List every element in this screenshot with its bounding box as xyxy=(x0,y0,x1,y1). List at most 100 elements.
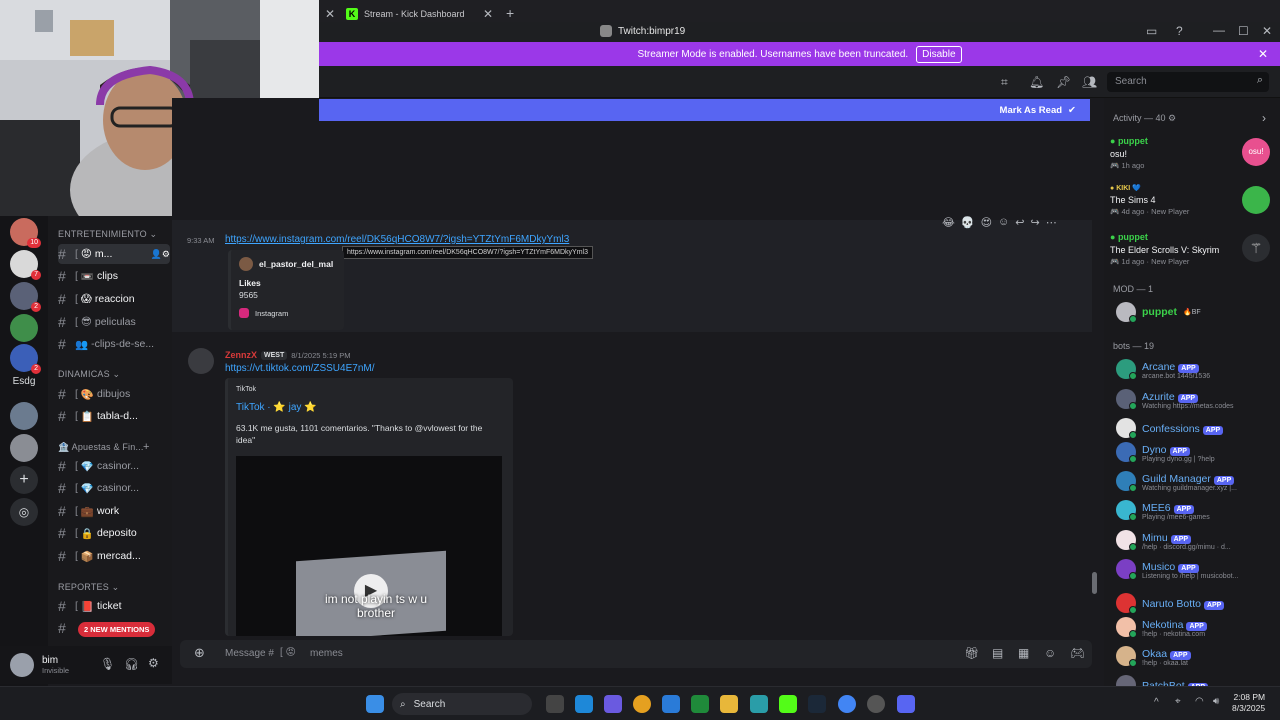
xbox-icon[interactable] xyxy=(691,695,709,713)
server-text-icon[interactable]: Esdg xyxy=(0,376,48,387)
sticker-icon[interactable]: ▦ xyxy=(1018,646,1029,660)
bot-member-item[interactable]: Azurite APP Watching https://metas.codes xyxy=(1116,386,1234,412)
bot-member-item[interactable]: MEE6 APP Playing /meе6-games xyxy=(1116,497,1210,523)
category-entretenimiento[interactable]: ENTRETENIMIENTO ⌄+ xyxy=(58,228,253,240)
server-icon[interactable]: 7 xyxy=(10,250,41,280)
category-dinamicas[interactable]: DINAMICAS ⌄+ xyxy=(58,368,216,380)
invite-icon[interactable]: 👤⚙ xyxy=(151,249,170,260)
bot-member-item[interactable]: Mimu APP/help · discord.gg/mimu · d... xyxy=(1116,527,1231,553)
mark-as-read-bar[interactable]: Mark As Read ✔ xyxy=(319,99,1090,121)
server-icon[interactable]: 10 xyxy=(10,218,41,248)
bot-member-item[interactable]: Naruto Botto APP xyxy=(1116,590,1225,616)
minimize-icon[interactable]: — xyxy=(1213,23,1225,37)
volume-icon[interactable]: 🔊︎ xyxy=(1213,696,1219,707)
message-author[interactable]: ZennzX xyxy=(225,350,257,360)
wifi-icon[interactable]: ◠ xyxy=(1195,696,1204,707)
mic-icon[interactable]: 🎙︎ xyxy=(100,657,115,671)
maximize-icon[interactable]: ☐ xyxy=(1238,24,1249,38)
chrome-icon[interactable] xyxy=(838,695,856,713)
chrome-icon[interactable] xyxy=(633,695,651,713)
server-icon[interactable] xyxy=(10,402,38,430)
window-close-icon[interactable]: ✕ xyxy=(1262,24,1272,38)
channel-dibujos[interactable]: #[🎨 dibujos xyxy=(58,384,170,404)
server-icon[interactable] xyxy=(10,434,38,462)
help-icon[interactable]: ? xyxy=(1176,24,1183,38)
bot-member-item[interactable]: Okaa APP !help · okaa.lat xyxy=(1116,643,1191,669)
inbox-icon[interactable]: ▭ xyxy=(1146,24,1157,38)
reaction-emoji-icon[interactable]: 😂 xyxy=(942,216,955,229)
guild-tag[interactable]: WEST xyxy=(261,350,288,360)
pin-icon[interactable]: 📌︎ xyxy=(1056,75,1071,89)
reply-icon[interactable]: ↩ xyxy=(1015,216,1024,229)
app-icon[interactable] xyxy=(750,695,768,713)
message-composer[interactable]: ⊕ Message # [ 😡 memes 🎁︎ ▤ ▦ ☺ 🎮︎ xyxy=(180,640,1092,668)
tab-kick-dashboard[interactable]: K Stream - Kick Dashboard xyxy=(346,4,465,24)
gif-icon[interactable]: ▤ xyxy=(992,646,1003,660)
reaction-skull-icon[interactable]: 💀 xyxy=(961,216,975,229)
gift-icon[interactable]: 🎁︎ xyxy=(964,646,979,660)
banner-close-icon[interactable]: ✕ xyxy=(1258,47,1268,61)
location-icon[interactable]: ⌖ xyxy=(1175,696,1181,707)
activity-card[interactable]: ● puppet The Elder Scrolls V: Skyrim 🎮 1… xyxy=(1110,232,1276,266)
more-icon[interactable]: ⋯ xyxy=(1046,216,1057,229)
reaction-heart-eyes-icon[interactable]: 😍 xyxy=(981,216,992,229)
add-server-plus-icon[interactable]: + xyxy=(10,466,38,494)
embed-title[interactable]: TikTok · ⭐ jay ⭐ xyxy=(236,402,317,413)
task-view-icon[interactable] xyxy=(546,695,564,713)
category-apuestas[interactable]: 🏦 Apuestas & Fin... + xyxy=(58,441,149,453)
add-reaction-icon[interactable]: ☺ xyxy=(998,216,1009,229)
activity-card[interactable]: ● puppet osu! 🎮 1h ago osu! xyxy=(1110,136,1276,170)
chevron-right-icon[interactable]: › xyxy=(1262,111,1266,125)
file-explorer-icon[interactable] xyxy=(720,695,738,713)
bell-icon[interactable]: 🔔︎ xyxy=(1029,75,1044,89)
new-tab-plus-icon[interactable]: + xyxy=(506,5,514,21)
embed-author[interactable]: el_pastor_del_mal xyxy=(259,259,333,269)
app-icon[interactable] xyxy=(662,695,680,713)
channel-reaccion[interactable]: #[😱 reaccion xyxy=(58,289,170,309)
channel-peliculas[interactable]: #[😎 peliculas xyxy=(58,312,170,332)
channel-casino-2[interactable]: #[💎 casinor... xyxy=(58,478,170,498)
bot-member-item[interactable]: Nekotina APP !help · nekotina.com xyxy=(1116,614,1207,640)
explore-compass-icon[interactable]: ◎ xyxy=(10,498,38,526)
edge-icon[interactable] xyxy=(575,695,593,713)
taskbar-search[interactable]: ⌕ Search xyxy=(392,693,532,715)
instagram-link[interactable]: https://www.instagram.com/reel/DK56qHCO8… xyxy=(225,234,569,245)
bot-member-item[interactable]: Musico APP Listening to /help | musicobot.… xyxy=(1116,556,1238,582)
server-icon[interactable]: 2 xyxy=(10,344,41,374)
avatar[interactable] xyxy=(188,348,214,374)
steam-icon[interactable] xyxy=(808,695,826,713)
add-channel-plus-icon[interactable]: + xyxy=(143,441,150,453)
channel-clips-de-se[interactable]: # 👥 -clips-de-se... xyxy=(58,334,170,354)
tab-close-icon[interactable]: ✕ xyxy=(483,7,493,21)
close-icon[interactable]: ✕ xyxy=(325,7,335,21)
members-icon[interactable]: 👥︎ xyxy=(1082,75,1097,89)
kick-icon[interactable] xyxy=(779,695,797,713)
obs-icon[interactable] xyxy=(867,695,885,713)
bot-member-item[interactable]: Confessions APP xyxy=(1116,415,1224,441)
new-mentions-pill[interactable]: 2 NEW MENTIONS xyxy=(78,622,156,637)
gear-icon[interactable]: ⚙ xyxy=(148,656,159,670)
headphones-icon[interactable]: 🎧︎ xyxy=(124,657,139,671)
chevron-up-icon[interactable]: ^ xyxy=(1154,697,1159,708)
video-player[interactable]: ▶ im not playin ts w u brother xyxy=(236,456,502,636)
category-reportes[interactable]: REPORTES ⌄+ xyxy=(58,581,215,593)
threads-icon[interactable]: ⌗ xyxy=(1001,75,1008,90)
attach-plus-icon[interactable]: ⊕ xyxy=(194,645,205,661)
activity-card[interactable]: ● KIKI 💙 The Sims 4 🎮 4d ago · New Playe… xyxy=(1110,184,1276,216)
tiktok-link[interactable]: https://vt.tiktok.com/ZSSU4E7nM/ xyxy=(225,363,375,374)
chat-scrollbar[interactable] xyxy=(1092,572,1097,594)
server-icon[interactable]: 2 xyxy=(10,282,41,312)
channel-tabla[interactable]: #[📋 tabla-d... xyxy=(58,406,170,426)
bot-member-item[interactable]: Guild Manager APP Watching guildmanager.xy… xyxy=(1116,468,1237,494)
emoji-icon[interactable]: ☺ xyxy=(1044,646,1056,660)
avatar[interactable] xyxy=(10,653,34,677)
copilot-icon[interactable] xyxy=(604,695,622,713)
channel-clips[interactable]: #[📼 clips xyxy=(58,266,170,286)
forward-icon[interactable]: ↪ xyxy=(1030,216,1039,229)
windows-icon[interactable] xyxy=(366,695,384,713)
search-box[interactable]: Search ⌕ xyxy=(1107,72,1269,92)
channel-work[interactable]: #[💼 work xyxy=(58,501,170,521)
channel-mercad[interactable]: #[📦 mercad... xyxy=(58,546,170,566)
channel-ticket[interactable]: #[📕 ticket xyxy=(58,596,170,616)
discord-icon[interactable] xyxy=(897,695,915,713)
